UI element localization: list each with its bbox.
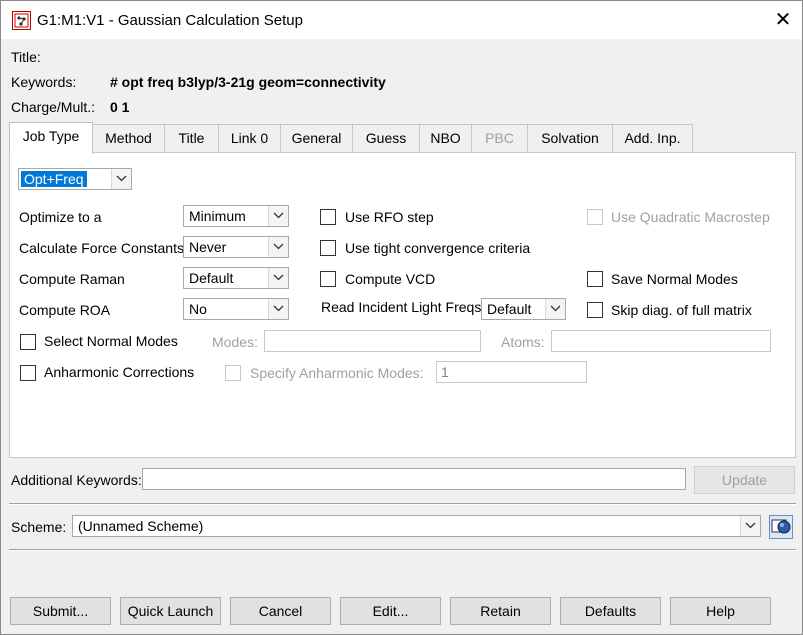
optimize-combo[interactable]: Minimum [183,205,289,227]
job-type-panel: Opt+Freq Optimize to a Minimum Use RFO s… [9,152,796,458]
anharmonic-label: Anharmonic Corrections [44,364,195,380]
tab-add-inp[interactable]: Add. Inp. [612,124,693,152]
atoms-input[interactable] [551,330,771,352]
chevron-down-icon [740,516,760,536]
tab-job-type[interactable]: Job Type [9,122,93,154]
charge-mult-label: Charge/Mult.: [11,99,96,115]
tight-convergence-checkbox[interactable] [320,240,336,256]
job-type-combo[interactable]: Opt+Freq [18,168,132,190]
additional-keywords-input[interactable] [142,468,686,490]
keywords-label: Keywords: [11,74,77,90]
incident-light-label: Read Incident Light Freqs [321,299,482,315]
job-type-value: Opt+Freq [21,171,87,187]
scheme-value: (Unnamed Scheme) [78,518,204,534]
scheme-manager-icon[interactable] [769,515,793,539]
cancel-button[interactable]: Cancel [230,597,331,625]
close-icon[interactable]: ✕ [771,7,795,33]
tab-general[interactable]: General [280,124,353,152]
save-normal-modes-checkbox[interactable] [587,271,603,287]
window-title: G1:M1:V1 - Gaussian Calculation Setup [37,12,303,29]
chevron-down-icon [268,268,288,288]
vcd-label: Compute VCD [345,271,436,287]
tab-method[interactable]: Method [92,124,165,152]
skip-diag-checkbox[interactable] [587,302,603,318]
skip-diag-label: Skip diag. of full matrix [611,302,752,318]
chevron-down-icon [268,237,288,257]
quadratic-macrostep-checkbox [587,209,603,225]
save-normal-modes-label: Save Normal Modes [611,271,738,287]
raman-value: Default [189,270,234,286]
raman-combo[interactable]: Default [183,267,289,289]
quick-launch-button[interactable]: Quick Launch [120,597,221,625]
force-constants-combo[interactable]: Never [183,236,289,258]
quadratic-macrostep-label: Use Quadratic Macrostep [611,209,770,225]
anharmonic-modes-input[interactable]: 1 [436,361,587,383]
specify-anharmonic-checkbox [225,365,241,381]
gaussian-setup-window: G1:M1:V1 - Gaussian Calculation Setup ✕ … [0,0,803,635]
anharmonic-checkbox[interactable] [20,365,36,381]
specify-anharmonic-label: Specify Anharmonic Modes: [250,365,424,381]
edit-button[interactable]: Edit... [340,597,441,625]
roa-value: No [189,301,207,317]
rfo-step-checkbox[interactable] [320,209,336,225]
select-normal-modes-checkbox[interactable] [20,334,36,350]
scheme-label: Scheme: [11,519,67,535]
scheme-combo[interactable]: (Unnamed Scheme) [72,515,761,537]
update-button[interactable]: Update [694,466,795,494]
gaussview-app-icon [12,11,31,30]
force-constants-label: Calculate Force Constants [19,240,184,256]
chevron-down-icon [111,169,131,189]
atoms-label: Atoms: [501,334,545,350]
optimize-value: Minimum [189,208,246,224]
chevron-down-icon [268,299,288,319]
retain-button[interactable]: Retain [450,597,551,625]
tight-convergence-label: Use tight convergence criteria [345,240,531,256]
incident-light-value: Default [487,301,532,317]
vcd-checkbox[interactable] [320,271,336,287]
charge-mult-value: 0 1 [110,99,130,115]
incident-light-combo[interactable]: Default [481,298,566,320]
divider [9,550,796,551]
roa-combo[interactable]: No [183,298,289,320]
title-label: Title: [11,49,41,65]
chevron-down-icon [268,206,288,226]
tab-title[interactable]: Title [164,124,219,152]
help-button[interactable]: Help [670,597,771,625]
tab-solvation[interactable]: Solvation [527,124,613,152]
raman-label: Compute Raman [19,271,125,287]
tab-pbc: PBC [471,124,528,152]
tab-guess[interactable]: Guess [352,124,420,152]
tab-link0[interactable]: Link 0 [218,124,281,152]
submit-button[interactable]: Submit... [10,597,111,625]
modes-input[interactable] [264,330,481,352]
divider [9,504,796,505]
rfo-step-label: Use RFO step [345,209,434,225]
defaults-button[interactable]: Defaults [560,597,661,625]
force-constants-value: Never [189,239,227,255]
modes-label: Modes: [212,334,258,350]
roa-label: Compute ROA [19,302,111,318]
optimize-label: Optimize to a [19,209,102,225]
select-normal-modes-label: Select Normal Modes [44,333,178,349]
keywords-value: # opt freq b3lyp/3-21g geom=connectivity [110,74,386,90]
additional-keywords-label: Additional Keywords: [11,472,142,488]
title-bar: G1:M1:V1 - Gaussian Calculation Setup ✕ [1,1,802,39]
chevron-down-icon [545,299,565,319]
tab-nbo[interactable]: NBO [419,124,472,152]
